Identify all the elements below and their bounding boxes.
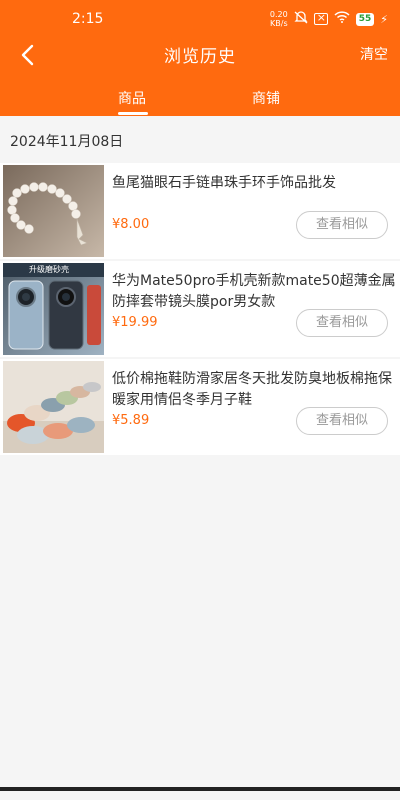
nav-bar: 浏览历史 清空 xyxy=(0,38,400,72)
network-speed-unit: KB/s xyxy=(270,19,288,28)
charging-icon: ⚡ xyxy=(380,12,388,26)
mute-icon xyxy=(294,11,308,27)
date-group-header: 2024年11月08日 xyxy=(10,134,124,150)
bracelet-image xyxy=(3,165,104,257)
network-speed: 0.20 KB/s xyxy=(270,10,288,28)
product-title[interactable]: 低价棉拖鞋防滑家居冬天批发防臭地板棉拖保暖家用情侣冬季月子鞋 xyxy=(112,369,396,411)
home-indicator[interactable] xyxy=(0,786,400,800)
wifi-icon xyxy=(334,11,350,27)
view-similar-button[interactable]: 查看相似 xyxy=(296,211,388,239)
tab-shops[interactable]: 商铺 xyxy=(252,88,280,108)
list-item[interactable]: 升级磨砂壳 华为Mate50pro手机壳新款mate50超薄金属防摔套带镜头膜p… xyxy=(0,261,400,357)
thumbnail-badge: 升级磨砂壳 xyxy=(29,265,69,274)
status-bar: 2:15 0.20 KB/s 55 ⚡ xyxy=(0,0,400,38)
history-list: 鱼尾猫眼石手链串珠手环手饰品批发 ¥8.00 查看相似 升级磨砂壳 华为Mate… xyxy=(0,163,400,457)
status-time: 2:15 xyxy=(72,11,104,27)
list-item[interactable]: 鱼尾猫眼石手链串珠手环手饰品批发 ¥8.00 查看相似 xyxy=(0,163,400,259)
slippers-image xyxy=(3,361,104,453)
home-indicator-bar xyxy=(0,787,400,791)
product-title[interactable]: 鱼尾猫眼石手链串珠手环手饰品批发 xyxy=(112,173,396,194)
active-tab-indicator xyxy=(118,112,148,115)
clear-button[interactable]: 清空 xyxy=(360,44,388,64)
list-item[interactable]: 低价棉拖鞋防滑家居冬天批发防臭地板棉拖保暖家用情侣冬季月子鞋 ¥5.89 查看相… xyxy=(0,359,400,455)
product-price: ¥8.00 xyxy=(112,217,150,232)
top-bar: 2:15 0.20 KB/s 55 ⚡ 浏览历史 清空 商品 商 xyxy=(0,0,400,116)
page-title: 浏览历史 xyxy=(164,47,236,67)
product-thumbnail[interactable] xyxy=(3,165,104,257)
product-thumbnail[interactable] xyxy=(3,361,104,453)
product-thumbnail[interactable]: 升级磨砂壳 xyxy=(3,263,104,355)
tab-goods[interactable]: 商品 xyxy=(118,88,146,108)
phone-case-image xyxy=(3,263,104,355)
view-similar-button[interactable]: 查看相似 xyxy=(296,407,388,435)
status-icons: 0.20 KB/s 55 ⚡ xyxy=(270,10,388,28)
product-price: ¥19.99 xyxy=(112,315,158,330)
battery-indicator: 55 xyxy=(355,12,375,26)
tab-bar: 商品 商铺 xyxy=(0,84,400,116)
product-title[interactable]: 华为Mate50pro手机壳新款mate50超薄金属防摔套带镜头膜por男女款 xyxy=(112,271,396,313)
network-speed-value: 0.20 xyxy=(269,10,288,19)
sim-off-icon xyxy=(313,11,328,25)
product-price: ¥5.89 xyxy=(112,413,150,428)
view-similar-button[interactable]: 查看相似 xyxy=(296,309,388,337)
